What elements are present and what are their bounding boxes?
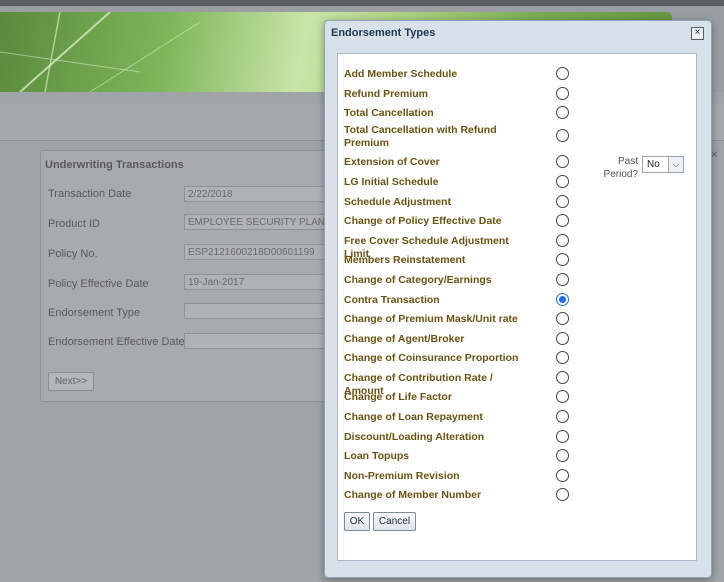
endorsement-type-label: Contra Transaction (344, 294, 440, 306)
field-label: Policy No. (48, 248, 98, 260)
endorsement-type-label: Change of Premium Mask/Unit rate (344, 313, 518, 325)
endorsement-type-radio[interactable] (556, 449, 569, 462)
next-button[interactable]: Next>> (48, 372, 94, 391)
panel-title: Underwriting Transactions (45, 159, 184, 171)
endorsement-type-label: Total Cancellation with Refund Premium (344, 124, 497, 149)
endorsement-type-radio[interactable] (556, 106, 569, 119)
top-bar (0, 0, 724, 6)
dialog-body: Past Period? No ⌵ OK Cancel Add Member S… (337, 53, 697, 561)
endorsement-type-label: Change of Category/Earnings (344, 274, 492, 286)
endorsement-types-dialog: Endorsement Types × Past Period? No ⌵ OK… (324, 20, 712, 578)
endorsement-type-radio[interactable] (556, 273, 569, 286)
endorsement-type-radio[interactable] (556, 253, 569, 266)
endorsement-effective-date-field[interactable] (184, 333, 344, 349)
field-label: Transaction Date (48, 188, 132, 200)
endorsement-type-label: Schedule Adjustment (344, 196, 451, 208)
endorsement-type-label: LG Initial Schedule (344, 176, 439, 188)
policy-effective-date-field[interactable]: 19-Jan-2017 (184, 274, 344, 290)
endorsement-type-radio[interactable] (556, 469, 569, 482)
underwriting-transactions-panel: Underwriting Transactions Transaction Da… (40, 150, 362, 402)
endorsement-type-radio[interactable] (556, 430, 569, 443)
endorsement-type-radio[interactable] (556, 371, 569, 384)
endorsement-type-label: Extension of Cover (344, 156, 440, 168)
field-row: Endorsement Type (48, 303, 358, 321)
endorsement-type-radio[interactable] (556, 214, 569, 227)
endorsement-type-radio[interactable] (556, 195, 569, 208)
field-row: Policy No. ESP2121600218D00601199 (48, 244, 358, 262)
transaction-date-field[interactable]: 2/22/2018 (184, 186, 344, 202)
endorsement-type-label: Total Cancellation (344, 107, 434, 119)
field-label: Endorsement Effective Date (48, 336, 185, 348)
endorsement-type-radio[interactable] (556, 175, 569, 188)
product-id-field[interactable]: EMPLOYEE SECURITY PLAN (184, 214, 344, 230)
field-row: Endorsement Effective Date (48, 333, 358, 351)
endorsement-type-label: Discount/Loading Alteration (344, 431, 485, 443)
endorsement-type-radio[interactable] (556, 410, 569, 423)
endorsement-type-label: Refund Premium (344, 88, 429, 100)
endorsement-type-radio[interactable] (556, 312, 569, 325)
endorsement-type-radio[interactable] (556, 234, 569, 247)
dialog-title: Endorsement Types (331, 27, 436, 39)
endorsement-type-label: Change of Policy Effective Date (344, 215, 502, 227)
field-row: Policy Effective Date 19-Jan-2017 (48, 274, 358, 292)
endorsement-type-label: Add Member Schedule (344, 68, 458, 80)
endorsement-type-row: Total Cancellation with Refund Premium (344, 124, 684, 150)
endorsement-type-radio[interactable] (556, 488, 569, 501)
endorsement-type-label: Change of Loan Repayment (344, 411, 483, 423)
endorsement-type-radio[interactable] (556, 332, 569, 345)
background-close-icon: ✕ (710, 150, 719, 161)
endorsement-type-label: Members Reinstatement (344, 254, 466, 266)
endorsement-type-label: Change of Coinsurance Proportion (344, 352, 519, 364)
endorsement-type-radio[interactable] (556, 155, 569, 168)
endorsement-type-label: Non-Premium Revision (344, 470, 460, 482)
endorsement-type-radio[interactable] (556, 390, 569, 403)
endorsement-type-radio[interactable] (556, 293, 569, 306)
endorsement-type-radio[interactable] (556, 87, 569, 100)
field-row: Transaction Date 2/22/2018 (48, 186, 358, 204)
endorsement-type-label: Change of Life Factor (344, 391, 452, 403)
close-icon[interactable]: × (691, 27, 704, 40)
field-label: Product ID (48, 218, 100, 230)
field-row: Product ID EMPLOYEE SECURITY PLAN (48, 214, 358, 232)
policy-number-field[interactable]: ESP2121600218D00601199 (184, 244, 344, 260)
field-label: Policy Effective Date (48, 278, 149, 290)
field-label: Endorsement Type (48, 307, 141, 319)
endorsement-type-label: Change of Member Number (344, 489, 482, 501)
endorsement-type-label: Loan Topups (344, 450, 410, 462)
endorsement-type-radio[interactable] (556, 351, 569, 364)
endorsement-type-field[interactable] (184, 303, 344, 319)
endorsement-type-radio[interactable] (556, 67, 569, 80)
endorsement-type-row: Change of Member Number (344, 488, 684, 515)
endorsement-type-label: Change of Agent/Broker (344, 333, 465, 345)
endorsement-type-radio[interactable] (556, 129, 569, 142)
